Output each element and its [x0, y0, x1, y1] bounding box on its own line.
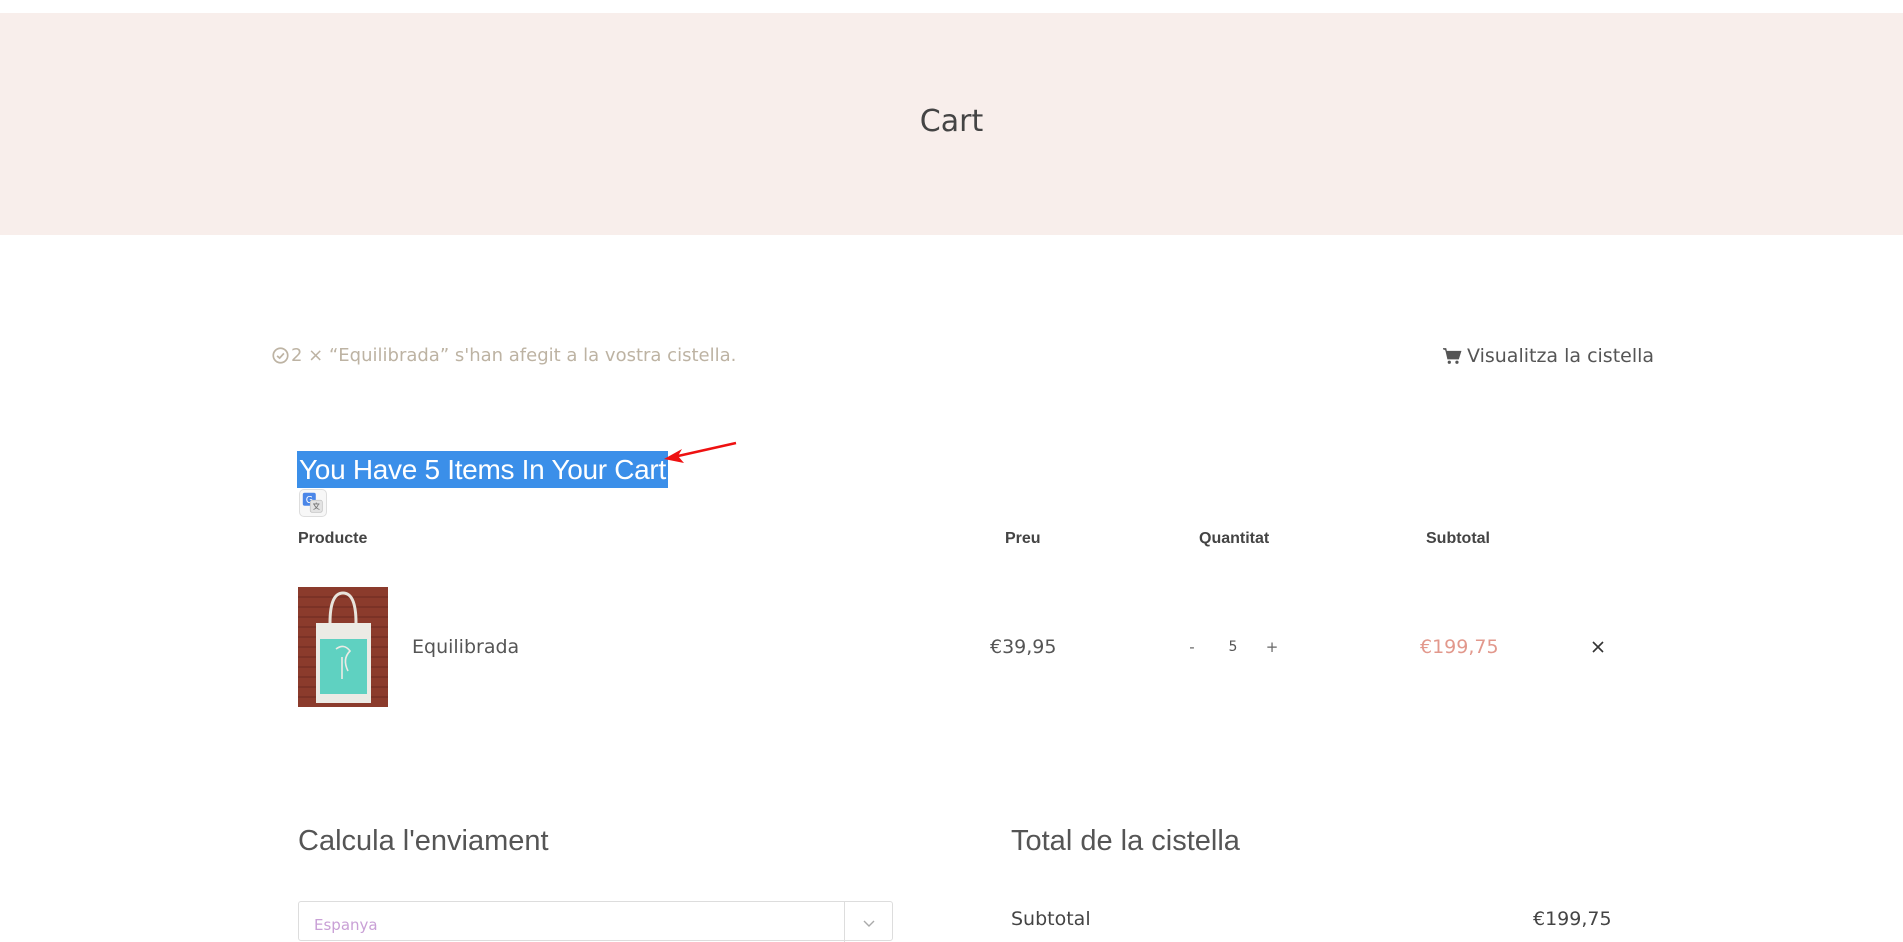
column-header-subtotal: Subtotal	[1426, 530, 1490, 547]
country-select-value: Espanya	[314, 916, 378, 934]
remove-item-icon[interactable]	[1589, 638, 1607, 656]
top-strip	[0, 0, 1903, 13]
view-cart-link[interactable]: Visualitza la cistella	[1442, 344, 1654, 368]
totals-subtotal-value: €199,75	[1533, 908, 1612, 930]
view-cart-label: Visualitza la cistella	[1467, 345, 1655, 367]
cart-items-heading: You Have 5 Items In Your Cart	[297, 451, 668, 488]
quantity-decrease-button[interactable]: -	[1182, 635, 1202, 659]
google-translate-icon[interactable]: G	[299, 489, 327, 517]
quantity-input[interactable]	[1218, 635, 1248, 659]
notice-message: 2 × “Equilibrada” s'han afegit a la vost…	[291, 344, 737, 366]
translate-glyph: G	[302, 492, 323, 513]
product-name[interactable]: Equilibrada	[412, 636, 519, 658]
tote-bag-image	[298, 587, 388, 707]
cart-totals-heading: Total de la cistella	[1011, 825, 1240, 857]
page-title: Cart	[919, 104, 984, 139]
row-subtotal: €199,75	[1420, 636, 1499, 658]
chevron-down-icon	[863, 920, 875, 927]
column-header-quantity: Quantitat	[1199, 530, 1270, 547]
country-select[interactable]: Espanya	[298, 901, 893, 942]
product-price: €39,95	[990, 636, 1057, 658]
shipping-calculator-heading: Calcula l'enviament	[298, 825, 549, 857]
select-divider	[844, 902, 845, 942]
quantity-increase-button[interactable]: +	[1262, 635, 1282, 659]
torn-paper-edge	[0, 205, 1903, 227]
shopping-cart-icon	[1443, 348, 1462, 364]
column-header-price: Preu	[1005, 530, 1041, 547]
added-to-cart-notice: 2 × “Equilibrada” s'han afegit a la vost…	[272, 343, 736, 367]
column-header-product: Producte	[298, 530, 368, 547]
totals-subtotal-label: Subtotal	[1011, 908, 1091, 930]
annotation-arrow-icon	[664, 441, 737, 463]
product-thumbnail[interactable]	[298, 587, 388, 707]
check-circle-icon	[272, 346, 289, 364]
